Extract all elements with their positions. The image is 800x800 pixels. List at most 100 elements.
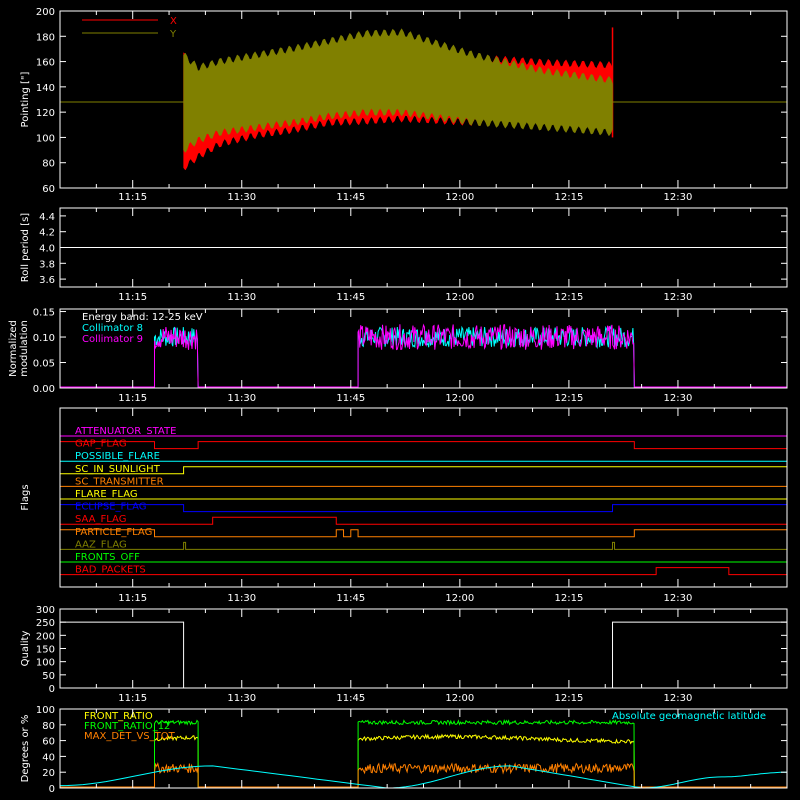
flag-trace-bad-packets (60, 567, 787, 576)
pointing-ytick-label: 120 (36, 108, 55, 119)
modulation-ylabel: Normalized modulation (8, 320, 30, 377)
quality-ytick-label: 0 (49, 684, 55, 695)
pointing-ytick-label: 180 (36, 32, 55, 43)
flags-xtick-label: 12:15 (554, 593, 583, 604)
quality-frame (59, 608, 788, 689)
flags-ylabel: Flags (20, 484, 31, 510)
modulation-ytick-label: 0.15 (33, 308, 55, 319)
pointing-ytick-label: 60 (42, 184, 55, 195)
modulation-xtick-label: 12:00 (445, 393, 474, 404)
flag-label-attenuator-state: ATTENUATOR_STATE (75, 426, 176, 437)
ratios-ytick-label: 100 (36, 705, 55, 716)
roll-ytick-label: 3.8 (39, 259, 55, 270)
quality-ytick-label: 150 (36, 645, 55, 656)
quality-ytick-label: 200 (36, 631, 55, 642)
modulation-ylabel-line2: modulation (19, 320, 30, 377)
roll-xtick-label: 12:30 (664, 292, 693, 303)
flags-xtick-label: 12:00 (445, 593, 474, 604)
flags-xtick-label: 11:15 (118, 593, 147, 604)
quality-step-line (60, 621, 787, 689)
ratios-legend-item: MAX_DET_VS_TOT (84, 731, 176, 742)
ratios-ytick-label: 80 (42, 721, 55, 732)
modulation-ylabel-line1: Normalized (8, 320, 19, 377)
pointing-ytick-label: 140 (36, 83, 55, 94)
quality-ytick-label: 50 (42, 671, 55, 682)
ratios-right-label: Absolute geomagnetic latitude (612, 711, 766, 722)
flags-xtick-label: 11:45 (336, 593, 365, 604)
legend-label-x: X (170, 16, 177, 27)
modulation-ytick-label: 0.10 (33, 333, 55, 344)
flag-label-saa-flag: GAP_FLAG (75, 439, 127, 450)
pointing-xtick-label: 11:30 (227, 192, 256, 203)
quality-xtick-label: 11:45 (336, 693, 365, 704)
roll-ytick-label: 4.0 (39, 244, 55, 255)
ratios-ylabel: Degrees or % (20, 715, 31, 783)
pointing-legend: XY (82, 16, 177, 40)
flag-trace-eclipse-flag (59, 504, 788, 513)
modulation-xtick-label: 11:15 (118, 393, 147, 404)
flag-label-sc-transmitter: SC_TRANSMITTER (75, 476, 164, 487)
flag-trace-sc-in-sunlight (60, 466, 788, 475)
flag-label-possible-flare: POSSIBLE_FLARE (75, 451, 160, 462)
quality-xtick-label: 12:15 (554, 693, 583, 704)
roll-xtick-label: 11:30 (227, 292, 256, 303)
flag-trace-particle-flag (59, 529, 788, 538)
ratios-ytick-label: 20 (42, 768, 55, 779)
flag-trace-saa-flag (59, 441, 787, 450)
pointing-xtick-label: 12:00 (445, 192, 474, 203)
flag-label-fronts-off: FRONTS_OFF (75, 552, 140, 563)
pointing-ytick-label: 100 (36, 133, 55, 144)
pointing-ytick-label: 200 (36, 7, 55, 18)
flag-label-aaz-flag: AAZ_FLAG (75, 539, 127, 550)
quality-ytick-label: 100 (36, 658, 55, 669)
quality-xtick-label: 11:15 (118, 693, 147, 704)
modulation-ytick-label: 0.00 (33, 384, 55, 395)
pointing-ytick-label: 160 (36, 58, 55, 69)
quality-xtick-label: 12:30 (664, 693, 693, 704)
flag-label-sc-in-sunlight: SC_IN_SUNLIGHT (75, 464, 161, 475)
roll-ytick-label: 4.4 (39, 212, 55, 223)
flags-xtick-label: 11:30 (227, 593, 256, 604)
roll-xtick-label: 11:45 (336, 292, 365, 303)
ratios-legend: FRONT_RATIOFRONT_RATIO_12MAX_DET_VS_TOT (84, 711, 176, 742)
pointing-xtick-label: 12:30 (664, 192, 693, 203)
flags-xtick-label: 12:30 (664, 593, 693, 604)
pointing-ylabel: Pointing ["] (20, 71, 31, 127)
flag-label-particle-flag: PARTICLE_FLAG (75, 527, 152, 538)
modulation-xtick-label: 11:30 (227, 393, 256, 404)
roll-xtick-label: 12:00 (445, 292, 474, 303)
flag-trace-saa-flag (60, 516, 787, 525)
pointing-xtick-label: 11:15 (118, 192, 147, 203)
ratios-ytick-label: 40 (42, 752, 55, 763)
pointing-xtick-label: 12:15 (554, 192, 583, 203)
pointing-xtick-label: 11:45 (336, 192, 365, 203)
roll-ytick-label: 4.2 (39, 228, 55, 239)
modulation-series-collimator-9 (60, 323, 787, 388)
flag-label-flare-flag: FLARE_FLAG (75, 489, 138, 500)
flag-label-saa-flag: SAA_FLAG (75, 514, 126, 525)
modulation-xtick-label: 11:45 (336, 393, 365, 404)
quality-xtick-label: 12:00 (445, 693, 474, 704)
modulation-legend-item: Collimator 9 (82, 334, 143, 345)
rhessi-quicklook-figure: XY6080100120140160180200Pointing ["]11:1… (8, 7, 788, 795)
pointing-ytick-label: 80 (42, 159, 55, 170)
modulation-ytick-label: 0.05 (33, 359, 55, 370)
quality-xtick-label: 11:30 (227, 693, 256, 704)
modulation-legend-item: Collimator 8 (82, 323, 143, 334)
roll-xtick-label: 12:15 (554, 292, 583, 303)
quality-ytick-label: 250 (36, 618, 55, 629)
flag-label-bad-packets: BAD_PACKETS (75, 565, 146, 576)
modulation-xtick-label: 12:30 (664, 393, 693, 404)
flag-trace-aaz-flag (60, 541, 787, 550)
quality-ylabel: Quality (20, 631, 31, 667)
flag-label-eclipse-flag: ECLIPSE_FLAG (75, 502, 146, 513)
modulation-legend-item: Energy band: 12-25 keV (82, 312, 203, 323)
roll-ylabel: Roll period [s] (20, 213, 31, 282)
legend-label-y: Y (169, 29, 177, 40)
roll-xtick-label: 11:15 (118, 292, 147, 303)
roll-ytick-label: 3.6 (39, 275, 55, 286)
quality-ytick-label: 300 (36, 605, 55, 616)
ratios-ytick-label: 60 (42, 737, 55, 748)
ratios-ytick-label: 0 (49, 784, 55, 795)
modulation-xtick-label: 12:15 (554, 393, 583, 404)
